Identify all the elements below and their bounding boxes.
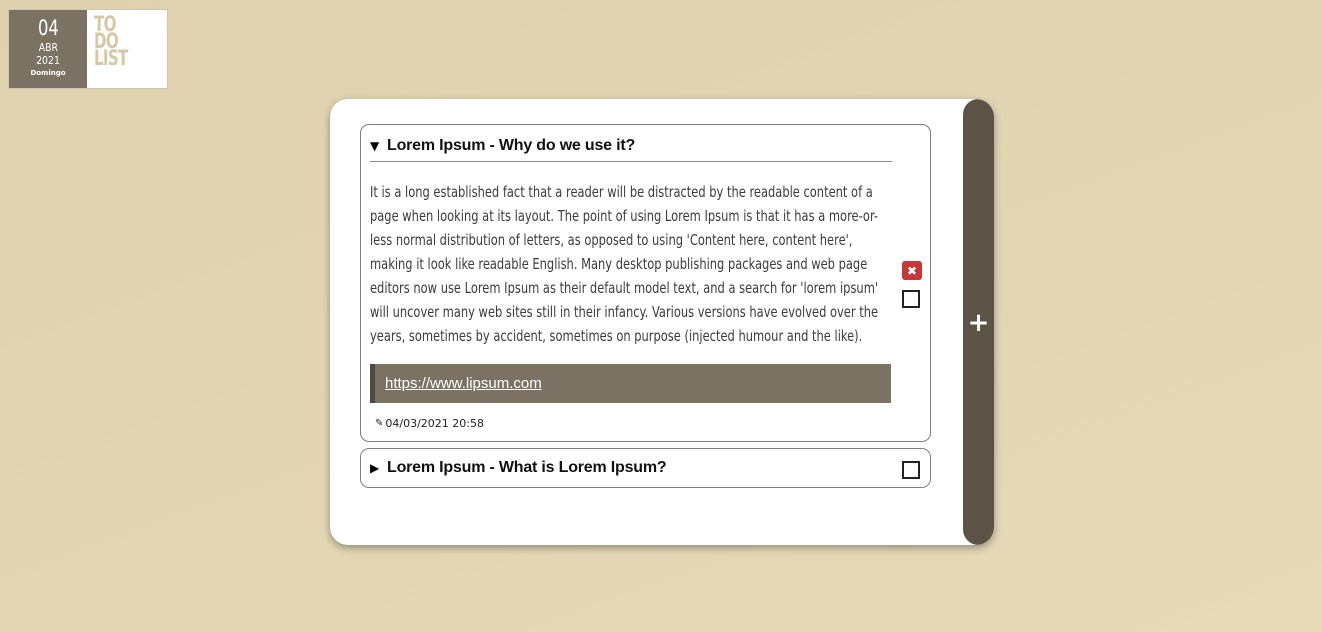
date-year: 2021: [36, 54, 60, 67]
date-weekday: Domingo: [30, 69, 66, 77]
task-title: Lorem Ipsum - Why do we use it?: [387, 137, 636, 154]
task-timestamp: ✎ 04/03/2021 20:58: [375, 417, 484, 430]
app-logo: TO DO LIST: [87, 10, 167, 88]
plus-icon: +: [967, 308, 990, 338]
date-block: 04 ABR 2021 Domingo: [9, 10, 87, 88]
delete-task-button[interactable]: ✖: [902, 261, 922, 280]
date-month: ABR: [38, 41, 58, 54]
task-item: ▼ Lorem Ipsum - Why do we use it? It is …: [360, 124, 931, 442]
task-description: It is a long established fact that a rea…: [370, 183, 879, 345]
task-title: Lorem Ipsum - What is Lorem Ipsum?: [387, 458, 667, 476]
date-day: 04: [37, 16, 59, 40]
add-task-button[interactable]: +: [963, 305, 994, 341]
task-complete-checkbox[interactable]: [902, 461, 920, 479]
date-badge: 04 ABR 2021 Domingo TO DO LIST: [8, 9, 168, 89]
logo-line-3: LIST: [94, 46, 128, 70]
task-header[interactable]: ▼ Lorem Ipsum - Why do we use it?: [370, 134, 892, 162]
pencil-icon: ✎: [375, 418, 384, 429]
task-item: ▶ Lorem Ipsum - What is Lorem Ipsum?: [360, 448, 931, 488]
caret-right-icon: ▶: [370, 460, 380, 475]
card-sidebar: +: [963, 99, 994, 545]
task-link-box: https://www.lipsum.com: [370, 364, 891, 403]
todo-card: ▼ Lorem Ipsum - Why do we use it? It is …: [330, 99, 994, 545]
task-timestamp-text: 04/03/2021 20:58: [385, 417, 484, 430]
task-link[interactable]: https://www.lipsum.com: [385, 375, 542, 392]
caret-down-icon: ▼: [370, 139, 380, 153]
task-complete-checkbox[interactable]: [902, 290, 920, 308]
task-header[interactable]: ▶ Lorem Ipsum - What is Lorem Ipsum?: [370, 455, 892, 483]
close-icon: ✖: [906, 263, 918, 278]
